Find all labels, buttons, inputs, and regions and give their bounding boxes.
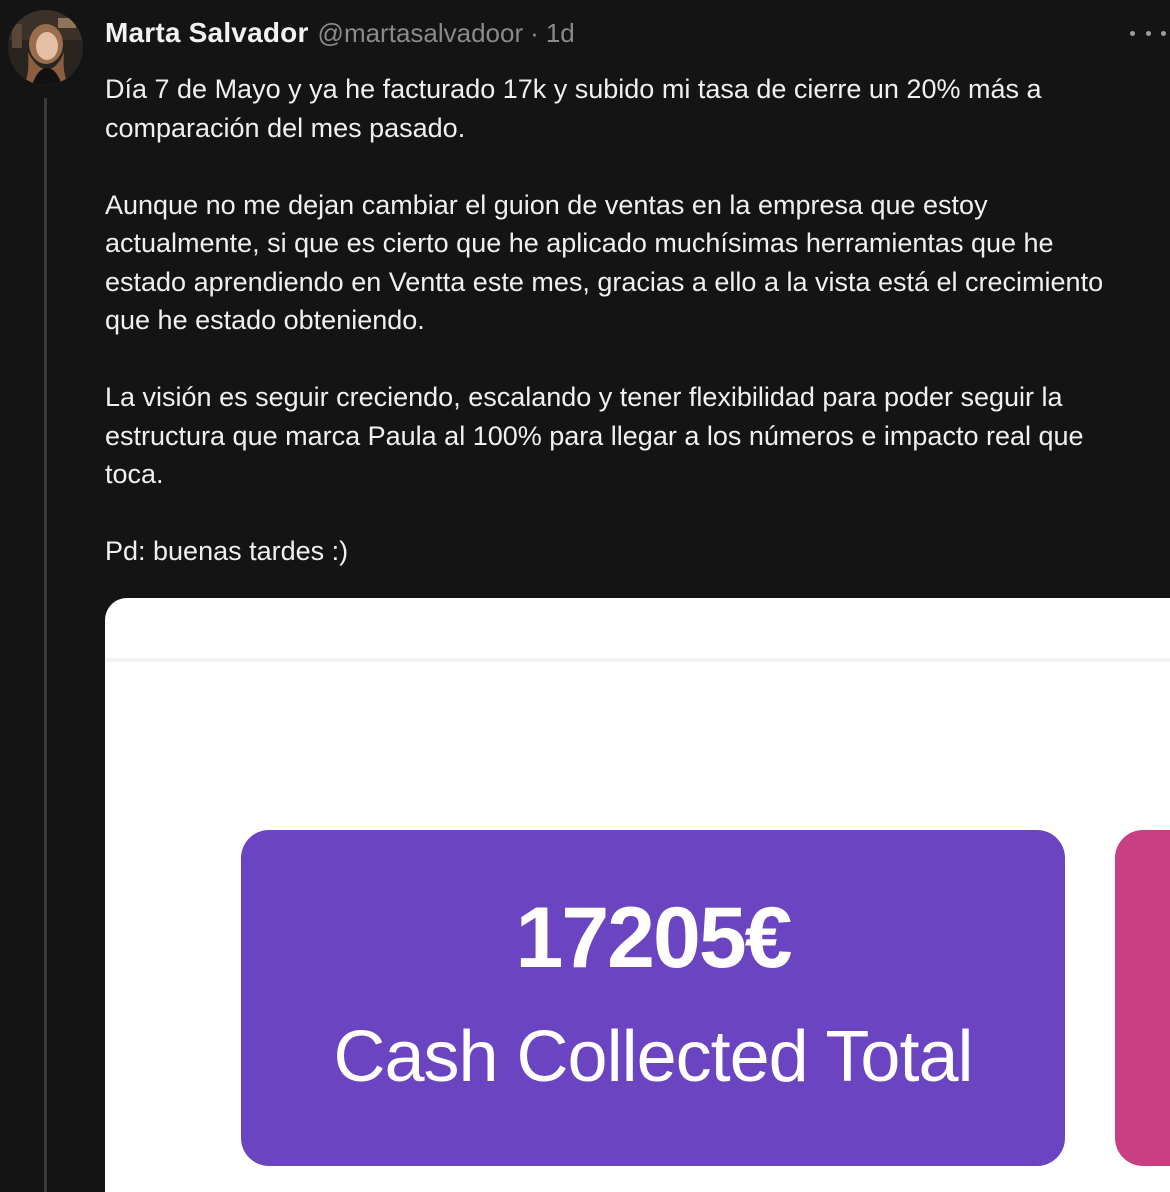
more-horizontal-icon-dot — [1161, 30, 1166, 36]
stat-label: Cash Collected Total — [333, 1017, 973, 1097]
post-paragraph: La visión es seguir creciendo, escalando… — [105, 382, 1084, 489]
post-paragraph: Día 7 de Mayo y ya he facturado 17k y su… — [105, 74, 1042, 143]
image-divider — [105, 658, 1170, 662]
author-name[interactable]: Marta Salvador — [105, 17, 309, 49]
post-header: Marta Salvador @martasalvadoor · 1d — [105, 14, 575, 52]
post-paragraph: Pd: buenas tardes :) — [105, 536, 349, 566]
post: Marta Salvador @martasalvadoor · 1d Día … — [0, 0, 1170, 1192]
attached-image[interactable]: 17205€ Cash Collected Total — [105, 598, 1170, 1192]
more-horizontal-icon-dot — [1145, 30, 1151, 36]
more-options-button[interactable] — [1130, 18, 1166, 48]
more-horizontal-icon-dot — [1130, 30, 1135, 36]
thread-line — [44, 98, 47, 1192]
profile-photo-icon — [8, 10, 83, 85]
avatar[interactable] — [8, 10, 83, 85]
post-paragraph: Aunque no me dejan cambiar el guion de v… — [105, 189, 1104, 336]
separator-dot: · — [530, 17, 539, 48]
author-handle[interactable]: @martasalvadoor — [318, 18, 524, 49]
stat-value: 17205€ — [515, 890, 793, 986]
cash-collected-tile: 17205€ Cash Collected Total — [241, 830, 1065, 1166]
timestamp[interactable]: 1d — [546, 18, 575, 49]
post-text: Día 7 de Mayo y ya he facturado 17k y su… — [105, 70, 1170, 609]
next-stat-tile — [1115, 830, 1170, 1166]
